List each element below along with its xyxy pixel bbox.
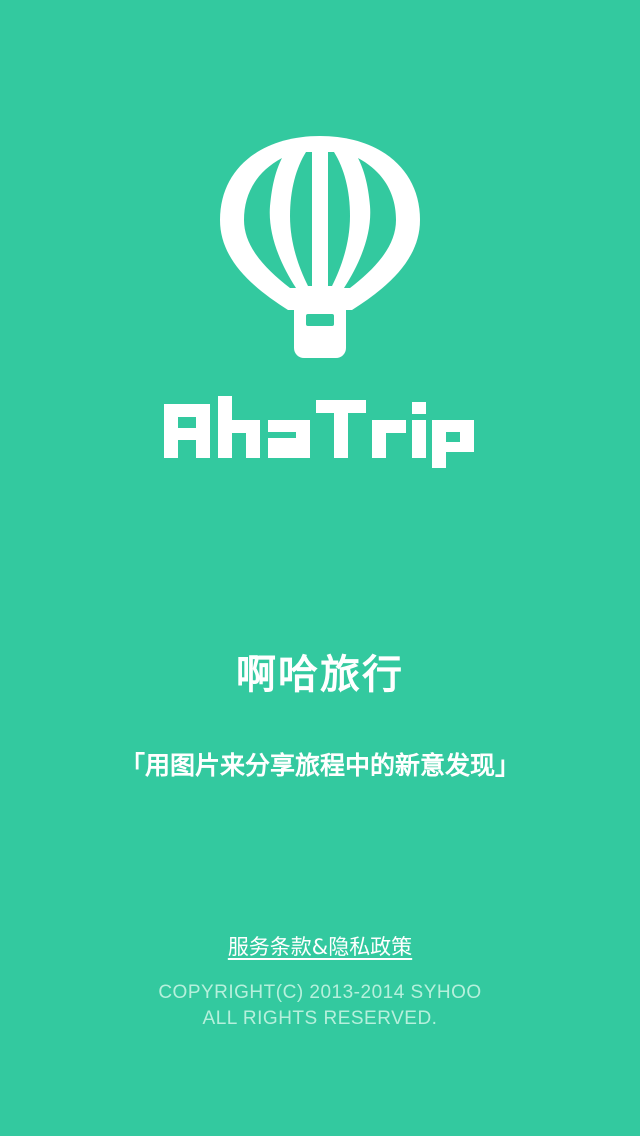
copyright-notice: COPYRIGHT(C) 2013-2014 SYHOO ALL RIGHTS …	[0, 980, 640, 1032]
hot-air-balloon-icon	[220, 136, 420, 358]
copyright-line-2: ALL RIGHTS RESERVED.	[202, 1008, 438, 1029]
terms-privacy-link[interactable]: 服务条款&隐私政策	[0, 932, 640, 962]
splash-screen: 啊哈旅行 「用图片来分享旅程中的新意发现」 服务条款&隐私政策 COPYRIGH…	[0, 0, 640, 1136]
ahatrip-wordmark-logo	[164, 396, 474, 468]
app-name: 啊哈旅行	[236, 652, 404, 698]
tagline: 「用图片来分享旅程中的新意发现」	[119, 751, 520, 780]
copyright-line-1: COPYRIGHT(C) 2013-2014 SYHOO	[158, 982, 482, 1003]
